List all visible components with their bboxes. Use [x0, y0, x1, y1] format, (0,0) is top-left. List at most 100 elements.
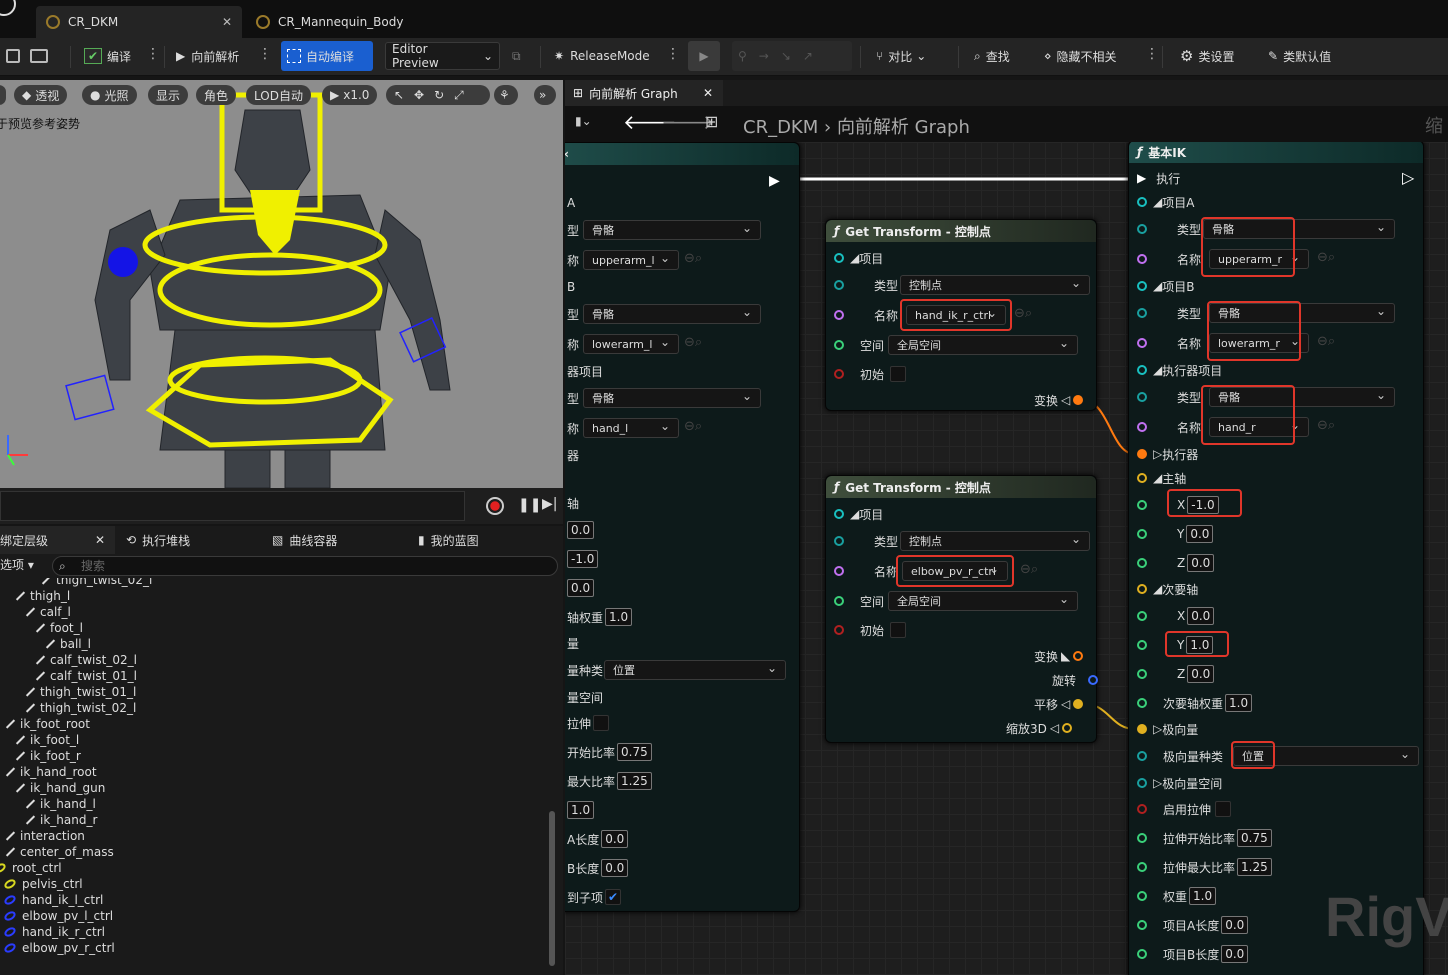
compile-button[interactable]: ✔ 编译: [78, 41, 137, 71]
hierarchy-icon[interactable]: ⊞: [705, 112, 718, 131]
forward-solve-button[interactable]: ▶︎ 向前解析: [170, 41, 245, 71]
compile-options-icon[interactable]: ⋮: [146, 46, 160, 62]
get-transform-node-2[interactable]: ƒGet Transform - 控制点 ◢ 项目 类型 控制点 名称 elbo…: [825, 475, 1099, 743]
tree-item[interactable]: foot_l: [34, 620, 83, 636]
tree-item[interactable]: ik_foot_root: [4, 716, 90, 732]
name-tools-a[interactable]: ⊖⌕: [684, 251, 702, 266]
pin-icon[interactable]: [834, 310, 844, 320]
lod-button[interactable]: LOD自动: [246, 85, 311, 105]
pin-icon[interactable]: [1137, 473, 1147, 483]
initial-checkbox[interactable]: [890, 622, 907, 638]
tree-item[interactable]: center_of_mass: [4, 844, 114, 860]
get-transform-node-1[interactable]: ƒGet Transform - 控制点 ◢ 项目 类型 控制点 名称 hand…: [825, 219, 1097, 411]
preview-mode-dropdown[interactable]: Editor Preview ⌄: [385, 42, 500, 70]
simulate-button[interactable]: ▶: [688, 41, 720, 71]
pin-icon[interactable]: [1137, 751, 1147, 761]
close-icon[interactable]: ✕: [95, 533, 105, 547]
pin-icon[interactable]: [834, 369, 844, 379]
viewport[interactable]: ◆ 透视 ● 光照 显示 角色 LOD自动 ▶ x1.0 ↖✥↻⤢ ⚘ » 于预览参考…: [0, 80, 563, 488]
tree-item[interactable]: ik_hand_l: [24, 796, 96, 812]
pin-icon[interactable]: [834, 625, 844, 635]
find-button[interactable]: ⌕ 查找: [968, 41, 1016, 71]
number-field[interactable]: 1.0: [605, 608, 633, 626]
number-field[interactable]: 1.25: [1237, 858, 1272, 876]
preview-settings-button[interactable]: ⧉: [506, 41, 527, 71]
enable-stretch-checkbox[interactable]: [1215, 801, 1232, 817]
pin-icon[interactable]: [1137, 281, 1147, 291]
pause-button[interactable]: ❚❚: [518, 497, 541, 513]
tree-item[interactable]: pelvis_ctrl: [2, 876, 83, 892]
tree-item[interactable]: elbow_pv_r_ctrl: [2, 940, 115, 956]
number-field[interactable]: 1.0: [567, 801, 595, 819]
tree-item[interactable]: ik_hand_r: [24, 812, 97, 828]
diff-button[interactable]: ⑂ 对比 ⌄: [870, 41, 932, 71]
transform-out-pin[interactable]: [1073, 395, 1084, 405]
expand-icon[interactable]: ◁: [1061, 393, 1070, 407]
pin-icon[interactable]: [1137, 698, 1147, 708]
tree-item[interactable]: thigh_l: [14, 588, 70, 604]
axis-value-1[interactable]: 0.0: [565, 520, 595, 540]
pin-icon[interactable]: [1137, 254, 1147, 264]
tab-exec-stack[interactable]: ⟲ 执行堆栈: [126, 526, 190, 554]
pin-icon[interactable]: [1137, 529, 1147, 539]
tab-hierarchy[interactable]: 绑定层级 ✕: [0, 526, 115, 554]
basic-ik-node[interactable]: ƒ基本IK ▶执行 ▷ ◢ 项目A 类型 骨骼 名称 upperarm_r ⊖⌕…: [1128, 142, 1424, 975]
pin-icon[interactable]: [1137, 920, 1147, 930]
pin-icon[interactable]: [1137, 197, 1147, 207]
expand-icon[interactable]: ◁: [1061, 697, 1070, 711]
tab-curve-container[interactable]: ▧ 曲线容器: [272, 526, 337, 554]
pin-icon[interactable]: [1137, 224, 1147, 234]
number-field[interactable]: 1.25: [617, 772, 652, 790]
character-button[interactable]: 角色: [196, 85, 237, 105]
tab-forward-solve-graph[interactable]: ⊞ 向前解析 Graph ✕: [565, 80, 723, 106]
pin-icon[interactable]: [1137, 891, 1147, 901]
pin-icon[interactable]: [1088, 675, 1099, 685]
tree-item[interactable]: hand_ik_l_ctrl: [2, 892, 103, 908]
tree-item[interactable]: interaction: [4, 828, 85, 844]
exec-in-pin[interactable]: ▶: [1137, 171, 1146, 185]
type-dropdown[interactable]: 控制点: [900, 531, 1090, 551]
play-speed-button[interactable]: ▶ x1.0: [322, 85, 378, 105]
pin-icon[interactable]: [1137, 500, 1147, 510]
solve-options-icon[interactable]: ⋮: [258, 46, 272, 62]
pin-icon[interactable]: [1137, 640, 1147, 650]
expand-toolbar-button[interactable]: »: [534, 85, 556, 105]
left-ik-node[interactable]: ‹ ▶ A 型 骨骼 称 upperarm_l ⊖⌕ B 型 骨骼 称 lowe…: [565, 142, 800, 912]
number-field[interactable]: 0.75: [1237, 829, 1272, 847]
tree-item[interactable]: ik_hand_root: [4, 764, 97, 780]
number-field[interactable]: -1.0: [567, 550, 599, 568]
exec-out-pin[interactable]: ▷: [1402, 168, 1414, 187]
search-input[interactable]: ⌕ 搜索: [52, 556, 558, 576]
translation-out-pin[interactable]: [1073, 699, 1084, 709]
record-button[interactable]: [486, 497, 504, 515]
type-dropdown[interactable]: 控制点: [900, 275, 1090, 295]
breadcrumb-asset[interactable]: CR_DKM: [743, 117, 818, 138]
number-field[interactable]: 0.0: [1187, 607, 1215, 625]
pin-icon[interactable]: [1137, 392, 1147, 402]
tree-item[interactable]: root_ctrl: [0, 860, 62, 876]
pin-icon[interactable]: [1137, 558, 1147, 568]
name-tools[interactable]: ⊖⌕: [1014, 306, 1032, 321]
pin-icon[interactable]: [834, 566, 844, 576]
name-dropdown-a[interactable]: upperarm_l: [583, 250, 679, 270]
name-tools[interactable]: ⊖⌕: [1317, 250, 1335, 265]
pin-icon[interactable]: [1137, 862, 1147, 872]
type-dropdown-a[interactable]: 骨骼: [583, 220, 761, 240]
name-tools[interactable]: ⊖⌕: [1317, 334, 1335, 349]
pole-vector-in-pin[interactable]: [1137, 724, 1147, 734]
pin-icon[interactable]: [1137, 804, 1147, 814]
show-button[interactable]: 显示: [148, 85, 189, 105]
effector-in-pin[interactable]: [1137, 449, 1147, 459]
space-dropdown[interactable]: 全局空间: [888, 591, 1078, 611]
tab-cr-dkm[interactable]: CR_DKM ✕: [36, 6, 242, 38]
number-field[interactable]: 0.0: [1186, 525, 1214, 543]
pin-icon[interactable]: [834, 536, 844, 546]
bookmark-button[interactable]: ▮⌄: [575, 114, 592, 128]
pin-icon[interactable]: [1137, 422, 1147, 432]
tree-item[interactable]: thigh_twist_01_l: [24, 684, 136, 700]
stretch-checkbox[interactable]: [593, 715, 610, 731]
camera-button[interactable]: ⚘: [494, 85, 518, 105]
lit-button[interactable]: ● 光照: [82, 85, 137, 105]
propagate-checkbox[interactable]: ✔: [605, 889, 622, 905]
browse-button[interactable]: [24, 41, 59, 71]
